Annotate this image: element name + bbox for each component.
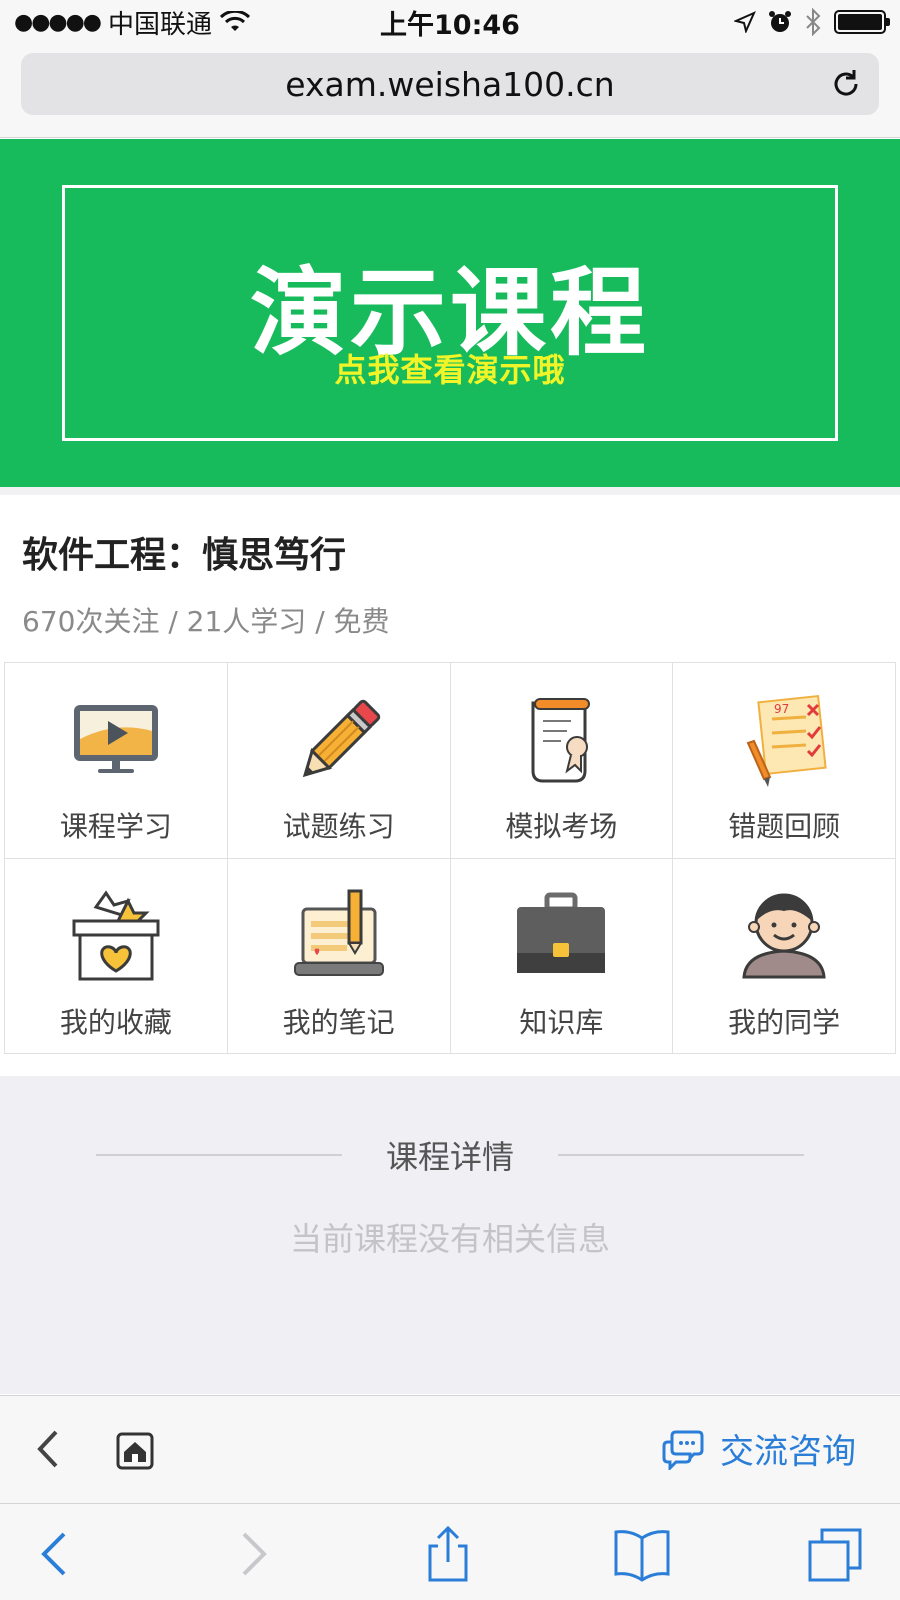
pencil-icon xyxy=(302,699,380,778)
wifi-icon xyxy=(220,11,250,31)
grid-item-label: 错题回顾 xyxy=(728,810,841,843)
share-icon[interactable] xyxy=(418,1524,478,1584)
grid-item-label: 我的同学 xyxy=(728,1005,841,1039)
bluetooth-icon xyxy=(806,8,821,36)
banner-subtitle: 点我查看演示哦 xyxy=(334,351,566,389)
status-time: 上午10:46 xyxy=(380,9,520,41)
details-title: 课程详情 xyxy=(385,1138,514,1176)
page-toolbar: 交流咨询 xyxy=(0,1395,900,1503)
consult-label: 交流咨询 xyxy=(720,1432,856,1472)
course-meta: 670次关注 / 21人学习 / 免费 xyxy=(22,605,390,638)
signal-strength-icon: ●●●●● xyxy=(14,9,102,35)
reload-icon[interactable] xyxy=(829,67,863,101)
details-divider-left xyxy=(95,1154,342,1156)
monitor-play-icon xyxy=(73,705,158,773)
grid-item-label: 模拟考场 xyxy=(505,810,618,843)
certificate-scroll-icon xyxy=(531,698,591,783)
consult-button[interactable]: 交流咨询 xyxy=(662,1424,856,1473)
grid-item-practice[interactable]: 试题练习 xyxy=(227,663,451,859)
status-left: ●●●●● 中国联通 xyxy=(14,4,314,41)
grid-item-label: 我的收藏 xyxy=(59,1005,172,1039)
browser-forward-icon[interactable] xyxy=(222,1524,282,1584)
notebook-laptop-icon xyxy=(293,889,384,976)
course-title: 软件工程：慎思笃行 xyxy=(22,535,347,576)
grid-item-label: 知识库 xyxy=(519,1005,604,1039)
alarm-clock-icon xyxy=(769,11,791,32)
status-right xyxy=(586,8,890,36)
address-bar[interactable]: exam.weisha100.cn xyxy=(21,53,879,115)
bookmarks-icon[interactable] xyxy=(612,1524,672,1584)
section-divider xyxy=(0,487,900,495)
grid-item-classmates[interactable]: 我的同学 xyxy=(673,858,896,1054)
grid-item-mistake-review[interactable]: 97 错题回顾 xyxy=(673,663,896,859)
grid-item-course-study[interactable]: 课程学习 xyxy=(5,663,228,859)
chat-bubbles-icon xyxy=(662,1430,704,1470)
grid-item-knowledge-base[interactable]: 知识库 xyxy=(450,858,674,1054)
status-bar: ●●●●● 中国联通 上午10:46 xyxy=(0,0,900,44)
classmate-avatar-icon xyxy=(742,893,826,978)
url-text: exam.weisha100.cn xyxy=(285,64,615,104)
carrier-name: 中国联通 xyxy=(107,9,212,40)
grid-item-label: 课程学习 xyxy=(59,810,172,843)
battery-icon xyxy=(834,10,890,34)
location-arrow-icon xyxy=(734,11,756,33)
grid-item-notes[interactable]: 我的笔记 xyxy=(227,858,451,1054)
grid-item-label: 我的笔记 xyxy=(282,1005,395,1039)
tabs-icon[interactable] xyxy=(806,1524,866,1584)
home-icon[interactable] xyxy=(116,1432,154,1470)
browser-address-area: exam.weisha100.cn xyxy=(0,44,900,138)
feature-grid: 课程学习 试题练习 模拟考场 97 错题回顾 我的收藏 我的笔记 知识库 我的同… xyxy=(4,662,896,1054)
details-empty-text: 当前课程没有相关信息 xyxy=(289,1220,610,1258)
briefcase-icon xyxy=(517,892,606,973)
course-details-section: 课程详情 当前课程没有相关信息 xyxy=(0,1076,900,1394)
grid-item-mock-exam[interactable]: 模拟考场 xyxy=(450,663,674,859)
browser-back-icon[interactable] xyxy=(26,1524,86,1584)
browser-toolbar xyxy=(0,1503,900,1600)
favorite-box-icon xyxy=(72,889,160,980)
grid-item-label: 试题练习 xyxy=(282,810,395,843)
svg-text:97: 97 xyxy=(774,702,789,716)
checklist-icon: 97 xyxy=(746,694,827,787)
course-banner[interactable]: 演示课程 点我查看演示哦 xyxy=(0,139,900,487)
details-divider-right xyxy=(558,1154,804,1156)
back-chevron-icon[interactable] xyxy=(30,1426,70,1472)
details-header: 课程详情 xyxy=(0,1132,900,1178)
grid-item-favorites[interactable]: 我的收藏 xyxy=(5,858,228,1054)
